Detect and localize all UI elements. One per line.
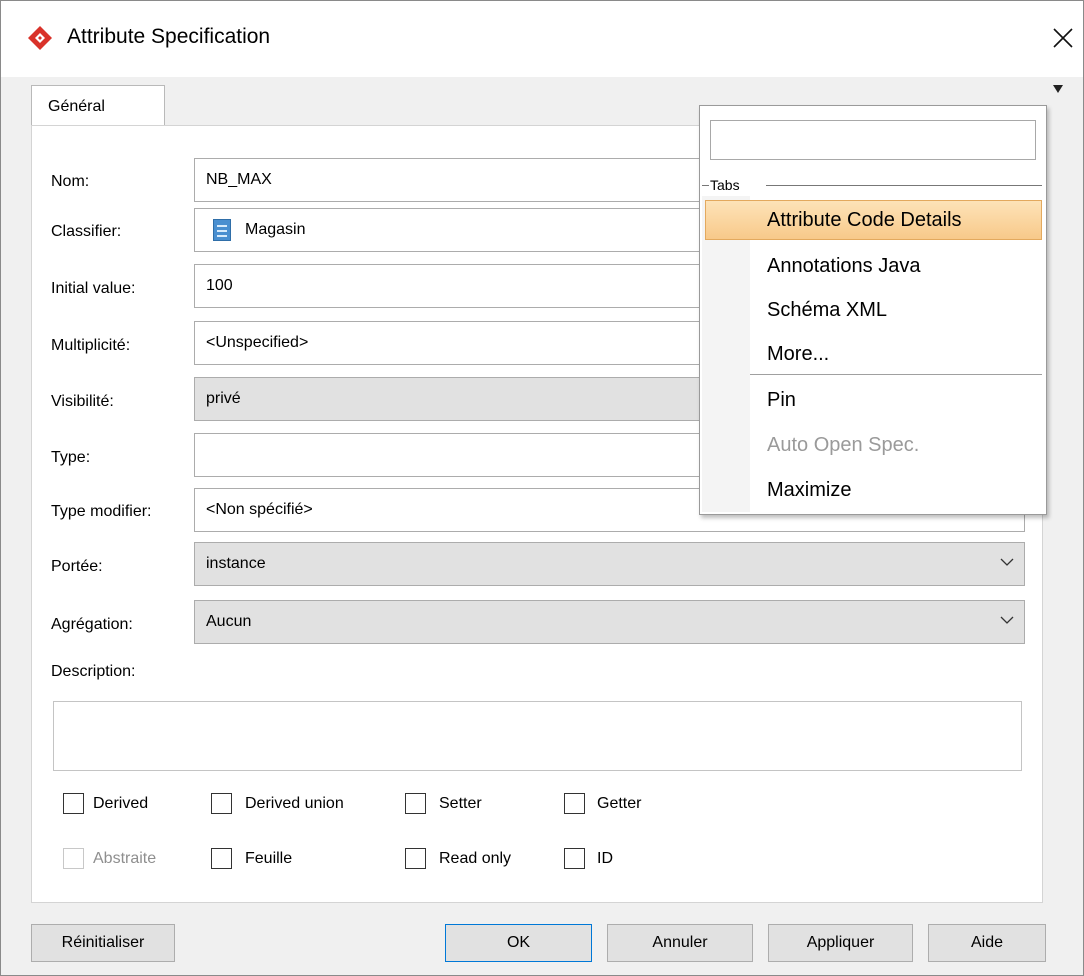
menu-separator bbox=[750, 374, 1042, 375]
cancel-button[interactable]: Annuler bbox=[607, 924, 753, 962]
app-logo-icon bbox=[28, 26, 52, 50]
setter-label: Setter bbox=[439, 795, 482, 812]
visibility-label: Visibilité: bbox=[51, 393, 114, 410]
classifier-value: Magasin bbox=[245, 221, 306, 238]
leaf-label: Feuille bbox=[245, 850, 293, 867]
tab-general-label: Général bbox=[48, 98, 105, 115]
title-bar: Attribute Specification bbox=[1, 1, 1083, 77]
tabs-section-title: Tabs bbox=[710, 177, 740, 193]
menu-item-auto-open-spec: Auto Open Spec. bbox=[767, 434, 920, 456]
apply-button[interactable]: Appliquer bbox=[768, 924, 913, 962]
multiplicity-label: Multiplicité: bbox=[51, 337, 131, 354]
abstract-checkbox bbox=[63, 848, 84, 869]
setter-checkbox[interactable] bbox=[405, 793, 426, 814]
menu-item-attribute-code-details[interactable]: Attribute Code Details bbox=[705, 200, 1042, 240]
derived-union-checkbox[interactable] bbox=[211, 793, 232, 814]
menu-item-maximize[interactable]: Maximize bbox=[705, 470, 1042, 510]
description-textarea[interactable] bbox=[53, 701, 1022, 771]
initial-value-value: 100 bbox=[206, 277, 233, 294]
leaf-checkbox[interactable] bbox=[211, 848, 232, 869]
ok-button[interactable]: OK bbox=[445, 924, 592, 962]
chevron-down-icon bbox=[1000, 616, 1014, 624]
scope-select[interactable]: instance bbox=[194, 542, 1025, 586]
abstract-label: Abstraite bbox=[93, 850, 157, 867]
close-icon[interactable] bbox=[1050, 25, 1076, 51]
chevron-down-icon bbox=[1000, 558, 1014, 566]
popup-search-input[interactable] bbox=[710, 120, 1036, 160]
id-checkbox[interactable] bbox=[564, 848, 585, 869]
type-label: Type: bbox=[51, 449, 91, 466]
id-label: ID bbox=[597, 850, 613, 867]
menu-item-pin[interactable]: Pin bbox=[705, 380, 1042, 420]
multiplicity-value: <Unspecified> bbox=[206, 334, 309, 351]
tabs-divider-left bbox=[702, 185, 709, 186]
aggregation-select[interactable]: Aucun bbox=[194, 600, 1025, 644]
tabs-divider-right bbox=[766, 185, 1042, 186]
derived-label: Derived bbox=[93, 795, 149, 812]
class-icon bbox=[213, 219, 231, 241]
help-button[interactable]: Aide bbox=[928, 924, 1046, 962]
attribute-specification-dialog: Attribute Specification Général Nom: Cla… bbox=[0, 0, 1084, 976]
scope-value: instance bbox=[206, 555, 266, 572]
classifier-label: Classifier: bbox=[51, 223, 122, 240]
menu-item-more[interactable]: More... bbox=[705, 334, 1042, 374]
type-modifier-value: <Non spécifié> bbox=[206, 501, 313, 518]
aggregation-label: Agrégation: bbox=[51, 616, 133, 633]
derived-union-label: Derived union bbox=[245, 795, 344, 812]
type-modifier-label: Type modifier: bbox=[51, 503, 152, 520]
name-label: Nom: bbox=[51, 173, 90, 190]
getter-checkbox[interactable] bbox=[564, 793, 585, 814]
tab-general[interactable]: Général bbox=[31, 85, 165, 127]
description-label: Description: bbox=[51, 663, 136, 680]
name-value: NB_MAX bbox=[206, 171, 272, 188]
tab-menu-arrow-icon[interactable] bbox=[1053, 85, 1063, 93]
read-only-checkbox[interactable] bbox=[405, 848, 426, 869]
menu-item-xml-schema[interactable]: Schéma XML bbox=[705, 290, 1042, 330]
visibility-value: privé bbox=[206, 390, 241, 407]
reset-button[interactable]: Réinitialiser bbox=[31, 924, 175, 962]
initial-value-label: Initial value: bbox=[51, 280, 136, 297]
tabs-popup-menu: Tabs Attribute Code Details Annotations … bbox=[699, 105, 1047, 515]
getter-label: Getter bbox=[597, 795, 642, 812]
window-title: Attribute Specification bbox=[67, 25, 271, 48]
scope-label: Portée: bbox=[51, 558, 103, 575]
read-only-label: Read only bbox=[439, 850, 512, 867]
menu-item-java-annotations[interactable]: Annotations Java bbox=[705, 246, 1042, 286]
derived-checkbox[interactable] bbox=[63, 793, 84, 814]
aggregation-value: Aucun bbox=[206, 613, 252, 630]
